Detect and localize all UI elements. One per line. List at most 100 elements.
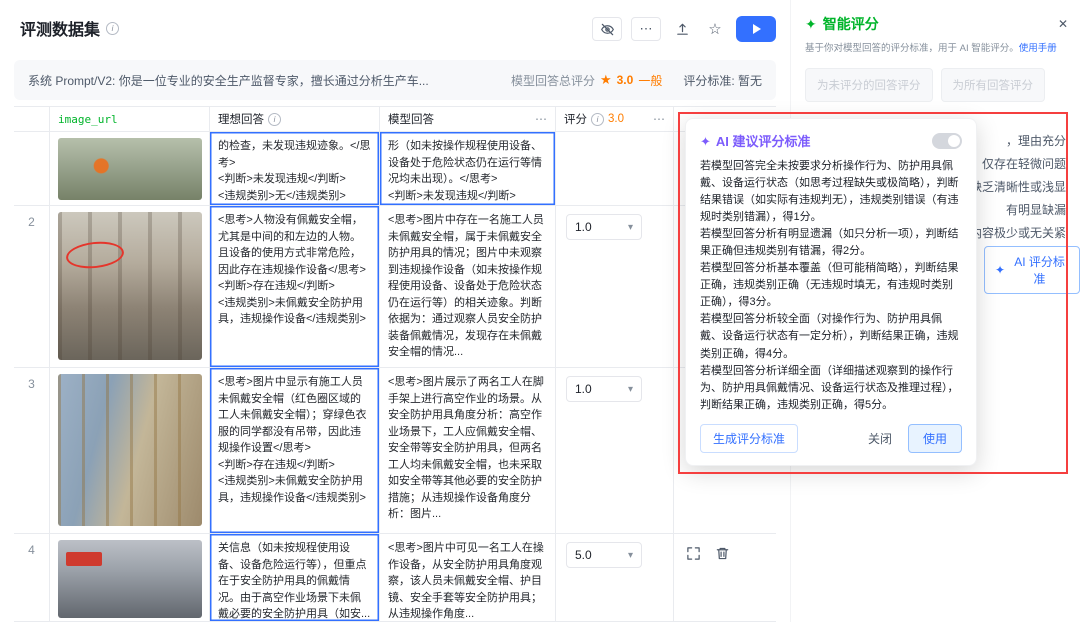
- info-icon: i: [106, 22, 119, 35]
- popup-title: ✦ AI 建议评分标准: [700, 131, 811, 150]
- evaluation-table: image_url 理想回答 i 模型回答 ⋯ 评分 i 3.0 ⋯: [14, 106, 776, 622]
- ideal-answer-cell[interactable]: <思考>人物没有佩戴安全帽，尤其是中间的和左边的人物。且设备的使用方式非常危险，…: [210, 206, 380, 368]
- export-button[interactable]: [670, 17, 694, 41]
- column-more-icon[interactable]: ⋯: [535, 112, 547, 126]
- annotation-circle: [64, 239, 124, 271]
- ideal-answer-cell[interactable]: 的检查，未发现违规迹象。</思考> <判断>未发现违规</判断> <违规类别>无…: [210, 132, 380, 206]
- run-button[interactable]: [736, 16, 776, 42]
- favorite-button[interactable]: ☆: [703, 17, 727, 41]
- generate-criteria-button[interactable]: 生成评分标准: [700, 424, 798, 453]
- score-value: 5.0: [575, 548, 592, 562]
- model-answer-cell[interactable]: <思考>图片中存在一名施工人员未佩戴安全帽，属于未佩戴安全防护用具的情况；图片中…: [380, 206, 556, 368]
- popup-close-button[interactable]: 关闭: [868, 430, 892, 447]
- total-score-value: 3.0: [617, 73, 634, 87]
- play-icon: [753, 24, 761, 34]
- score-unscored-button[interactable]: 为未评分的回答评分: [805, 68, 933, 102]
- upload-icon: [675, 22, 690, 37]
- score-header-label: 评分: [564, 111, 587, 127]
- score-cell: 1.0 ▾: [556, 368, 674, 534]
- row-photo[interactable]: [58, 212, 202, 360]
- score-header-value: 3.0: [608, 113, 624, 125]
- table-row: 4 关信息（如未按规程使用设备、设备危险运行等），但重点在于安全防护用具的佩戴情…: [14, 534, 776, 622]
- model-answer-cell[interactable]: 形（如未按操作规程使用设备、设备处于危险状态仍在运行等情况均未出现）。</思考>…: [380, 132, 556, 206]
- popup-title-text: AI 建议评分标准: [716, 134, 811, 149]
- ai-scoring-standard-button[interactable]: ✦ AI 评分标准: [984, 246, 1080, 294]
- smart-scoring-subtitle: 基于你对模型回答的评分标准，用于 AI 智能评分。使用手册: [791, 38, 1080, 54]
- table-header-row: image_url 理想回答 i 模型回答 ⋯ 评分 i 3.0 ⋯: [14, 106, 776, 132]
- popup-footer: 生成评分标准 关闭 使用: [700, 424, 962, 453]
- score-value: 1.0: [575, 220, 592, 234]
- table-row: 的检查，未发现违规迹象。</思考> <判断>未发现违规</判断> <违规类别>无…: [14, 132, 776, 206]
- model-answer-cell[interactable]: <思考>图片中可见一名工人在操作设备，从安全防护用具角度观察，该人员未佩戴安全帽…: [380, 534, 556, 622]
- ai-suggest-toggle[interactable]: [932, 133, 962, 149]
- sparkle-icon: ✦: [700, 134, 711, 149]
- page-title: 评测数据集: [20, 16, 100, 40]
- criteria-paragraph: 若模型回答完全未按要求分析操作行为、防护用具佩戴、设备运行状态（如思考过程缺失或…: [700, 158, 962, 226]
- row-number: 2: [14, 206, 50, 368]
- column-more-icon[interactable]: ⋯: [653, 112, 665, 126]
- criteria-paragraph: 若模型回答分析详细全面（详细描述观察到的操作行为、防护用具佩戴情况、设备运行状态…: [700, 363, 962, 414]
- model-answer-cell[interactable]: <思考>图片展示了两名工人在脚手架上进行高空作业的场景。从安全防护用具角度分析：…: [380, 368, 556, 534]
- page-header: 评测数据集 i: [20, 16, 119, 40]
- row-photo[interactable]: [58, 540, 202, 618]
- star-icon: ☆: [708, 20, 721, 38]
- score-dropdown[interactable]: 5.0 ▾: [566, 542, 642, 568]
- table-row: 2 <思考>人物没有佩戴安全帽，尤其是中间的和左边的人物。且设备的使用方式非常危…: [14, 206, 776, 368]
- scoring-standard-label: 评分标准: 暂无: [683, 72, 762, 89]
- actions-cell: [674, 534, 776, 622]
- image-cell: [50, 368, 210, 534]
- score-dropdown[interactable]: 1.0 ▾: [566, 214, 642, 240]
- scoring-actions: 为未评分的回答评分 为所有回答评分: [791, 54, 1080, 102]
- row-number-header: [14, 107, 50, 132]
- star-filled-icon: ★: [600, 72, 612, 88]
- manual-link[interactable]: 使用手册: [1019, 43, 1057, 54]
- ellipsis-icon: ⋯: [640, 21, 653, 37]
- row-photo[interactable]: [58, 138, 202, 200]
- score-header[interactable]: 评分 i 3.0 ⋯: [556, 107, 674, 132]
- system-prompt-bar[interactable]: 系统 Prompt/V2: 你是一位专业的安全生产监督专家，擅长通过分析生产车.…: [14, 60, 776, 100]
- hide-columns-button[interactable]: [592, 17, 622, 41]
- sparkle-icon: ✦: [805, 16, 817, 33]
- image-cell: [50, 534, 210, 622]
- ai-suggest-criteria-popup: ✦ AI 建议评分标准 若模型回答完全未按要求分析操作行为、防护用具佩戴、设备运行…: [685, 118, 977, 466]
- score-value: 1.0: [575, 382, 592, 396]
- table-row: 3 <思考>图片中显示有施工人员未佩戴安全帽（红色圈区域的工人未佩戴安全帽）；穿…: [14, 368, 776, 534]
- chevron-down-icon: ▾: [628, 222, 633, 233]
- score-summary: 模型回答总评分 ★ 3.0 一般 评分标准: 暂无: [511, 72, 762, 89]
- row-number: [14, 132, 50, 206]
- row-photo[interactable]: [58, 374, 202, 526]
- smart-scoring-header: ✦ 智能评分 ✕: [791, 0, 1080, 38]
- trash-icon[interactable]: [715, 546, 730, 561]
- score-all-button[interactable]: 为所有回答评分: [941, 68, 1046, 102]
- expand-icon[interactable]: [686, 546, 701, 561]
- ideal-answer-cell[interactable]: 关信息（如未按规程使用设备、设备危险运行等），但重点在于安全防护用具的佩戴情况。…: [210, 534, 380, 622]
- model-answer-header[interactable]: 模型回答 ⋯: [380, 107, 556, 132]
- eye-off-icon: [600, 22, 615, 37]
- score-cell: 5.0 ▾: [556, 534, 674, 622]
- more-button[interactable]: ⋯: [631, 17, 661, 41]
- close-icon[interactable]: ✕: [1058, 17, 1068, 31]
- sparkle-icon: ✦: [995, 263, 1005, 277]
- score-cell: [556, 132, 674, 206]
- smart-scoring-subtitle-text: 基于你对模型回答的评分标准，用于 AI 智能评分。: [805, 43, 1019, 54]
- model-answer-header-label: 模型回答: [388, 111, 434, 127]
- red-sign-shape: [66, 552, 102, 566]
- image-url-header-label: image_url: [58, 113, 118, 126]
- app-root: 评测数据集 i ⋯ ☆ 系统 Prompt/V2: 你是一位专业的安全生产监督专…: [0, 0, 1080, 622]
- smart-scoring-title: 智能评分: [823, 14, 879, 34]
- total-score-label: 模型回答总评分: [511, 72, 595, 89]
- image-url-header[interactable]: image_url: [50, 107, 210, 132]
- info-icon: i: [268, 113, 281, 126]
- score-cell: 1.0 ▾: [556, 206, 674, 368]
- criteria-paragraph: 若模型回答分析基本覆盖（但可能稍简略），判断结果正确，违规类别正确（无违规时填无…: [700, 260, 962, 311]
- chevron-down-icon: ▾: [628, 384, 633, 395]
- info-icon: i: [591, 113, 604, 126]
- image-cell: [50, 206, 210, 368]
- use-criteria-button[interactable]: 使用: [908, 424, 962, 453]
- ideal-answer-header[interactable]: 理想回答 i: [210, 107, 380, 132]
- image-cell: [50, 132, 210, 206]
- ideal-answer-cell[interactable]: <思考>图片中显示有施工人员未佩戴安全帽（红色圈区域的工人未佩戴安全帽）；穿绿色…: [210, 368, 380, 534]
- criteria-paragraph: 若模型回答分析有明显遗漏（如只分析一项），判断结果正确但违规类别有错漏，得2分。: [700, 226, 962, 260]
- total-score-grade: 一般: [638, 72, 662, 89]
- score-dropdown[interactable]: 1.0 ▾: [566, 376, 642, 402]
